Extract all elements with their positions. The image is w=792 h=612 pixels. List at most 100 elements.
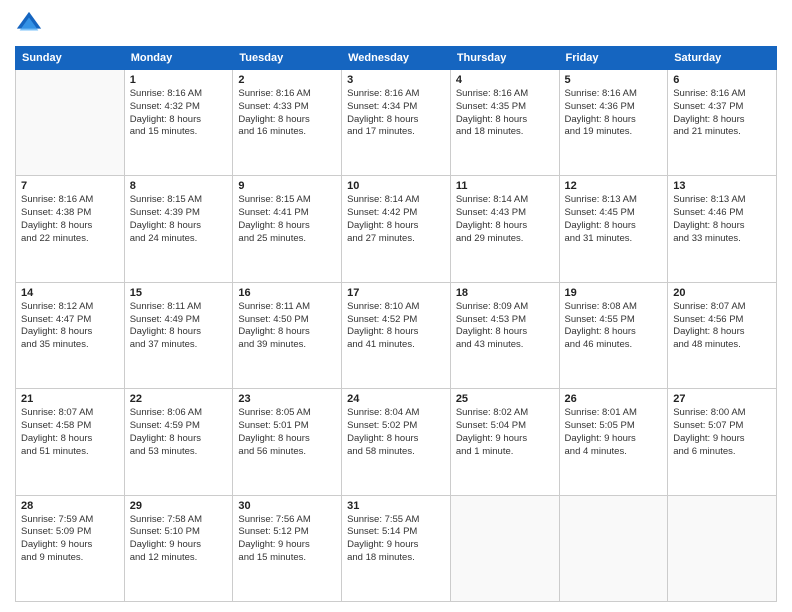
calendar-cell: 24Sunrise: 8:04 AMSunset: 5:02 PMDayligh… bbox=[342, 389, 451, 495]
day-number: 4 bbox=[456, 74, 554, 86]
day-number: 12 bbox=[565, 180, 663, 192]
day-number: 26 bbox=[565, 393, 663, 405]
calendar-cell: 5 Sunrise: 8:16 AMSunset: 4:36 PMDaylight… bbox=[559, 70, 668, 176]
calendar-cell: 20 Sunrise: 8:07 AMSunset: 4:56 PMDayligh… bbox=[668, 282, 777, 388]
day-info: Sunrise: 8:09 AMSunset: 4:53 PMDaylight:… bbox=[456, 301, 554, 352]
week-row-1: 1 Sunrise: 8:16 AMSunset: 4:32 PMDaylight… bbox=[16, 70, 777, 176]
weekday-header-row: SundayMondayTuesdayWednesdayThursdayFrid… bbox=[16, 47, 777, 70]
day-number: 23 bbox=[238, 393, 336, 405]
day-info: Sunrise: 8:16 AMSunset: 4:37 PMDaylight:… bbox=[673, 88, 771, 139]
header bbox=[15, 10, 777, 38]
day-info: Sunrise: 7:55 AMSunset: 5:14 PMDaylight:… bbox=[347, 514, 445, 565]
day-info: Sunrise: 8:16 AMSunset: 4:38 PMDaylight:… bbox=[21, 194, 119, 245]
weekday-header-wednesday: Wednesday bbox=[342, 47, 451, 70]
weekday-header-tuesday: Tuesday bbox=[233, 47, 342, 70]
week-row-2: 7 Sunrise: 8:16 AMSunset: 4:38 PMDaylight… bbox=[16, 176, 777, 282]
day-info: Sunrise: 8:16 AMSunset: 4:35 PMDaylight:… bbox=[456, 88, 554, 139]
calendar-cell: 29 Sunrise: 7:58 AMSunset: 5:10 PMDayligh… bbox=[124, 495, 233, 601]
day-info: Sunrise: 8:08 AMSunset: 4:55 PMDaylight:… bbox=[565, 301, 663, 352]
day-info: Sunrise: 8:00 AMSunset: 5:07 PMDaylight:… bbox=[673, 407, 771, 458]
calendar-cell: 4 Sunrise: 8:16 AMSunset: 4:35 PMDaylight… bbox=[450, 70, 559, 176]
calendar-cell: 2Sunrise: 8:16 AMSunset: 4:33 PMDaylight… bbox=[233, 70, 342, 176]
day-number: 15 bbox=[130, 287, 228, 299]
calendar-cell: 13Sunrise: 8:13 AMSunset: 4:46 PMDayligh… bbox=[668, 176, 777, 282]
calendar-table: SundayMondayTuesdayWednesdayThursdayFrid… bbox=[15, 46, 777, 602]
week-row-4: 21 Sunrise: 8:07 AMSunset: 4:58 PMDayligh… bbox=[16, 389, 777, 495]
calendar-cell: 27 Sunrise: 8:00 AMSunset: 5:07 PMDayligh… bbox=[668, 389, 777, 495]
day-info: Sunrise: 7:58 AMSunset: 5:10 PMDaylight:… bbox=[130, 514, 228, 565]
day-number: 25 bbox=[456, 393, 554, 405]
calendar-cell: 10 Sunrise: 8:14 AMSunset: 4:42 PMDayligh… bbox=[342, 176, 451, 282]
day-number: 1 bbox=[130, 74, 228, 86]
day-number: 19 bbox=[565, 287, 663, 299]
day-info: Sunrise: 7:56 AMSunset: 5:12 PMDaylight:… bbox=[238, 514, 336, 565]
weekday-header-monday: Monday bbox=[124, 47, 233, 70]
day-number: 27 bbox=[673, 393, 771, 405]
calendar-cell: 11 Sunrise: 8:14 AMSunset: 4:43 PMDayligh… bbox=[450, 176, 559, 282]
day-number: 20 bbox=[673, 287, 771, 299]
day-info: Sunrise: 7:59 AMSunset: 5:09 PMDaylight:… bbox=[21, 514, 119, 565]
logo bbox=[15, 10, 47, 38]
calendar-cell: 8Sunrise: 8:15 AMSunset: 4:39 PMDaylight… bbox=[124, 176, 233, 282]
day-info: Sunrise: 8:14 AMSunset: 4:43 PMDaylight:… bbox=[456, 194, 554, 245]
day-info: Sunrise: 8:14 AMSunset: 4:42 PMDaylight:… bbox=[347, 194, 445, 245]
calendar-cell: 16 Sunrise: 8:11 AMSunset: 4:50 PMDayligh… bbox=[233, 282, 342, 388]
weekday-header-sunday: Sunday bbox=[16, 47, 125, 70]
day-number: 29 bbox=[130, 500, 228, 512]
calendar-cell: 17Sunrise: 8:10 AMSunset: 4:52 PMDayligh… bbox=[342, 282, 451, 388]
calendar-cell bbox=[450, 495, 559, 601]
calendar-cell: 9 Sunrise: 8:15 AMSunset: 4:41 PMDaylight… bbox=[233, 176, 342, 282]
calendar-cell: 7 Sunrise: 8:16 AMSunset: 4:38 PMDaylight… bbox=[16, 176, 125, 282]
day-info: Sunrise: 8:11 AMSunset: 4:50 PMDaylight:… bbox=[238, 301, 336, 352]
day-number: 8 bbox=[130, 180, 228, 192]
day-number: 28 bbox=[21, 500, 119, 512]
logo-icon bbox=[15, 10, 43, 38]
day-number: 6 bbox=[673, 74, 771, 86]
day-number: 7 bbox=[21, 180, 119, 192]
calendar-cell bbox=[16, 70, 125, 176]
day-info: Sunrise: 8:16 AMSunset: 4:32 PMDaylight:… bbox=[130, 88, 228, 139]
day-info: Sunrise: 8:06 AMSunset: 4:59 PMDaylight:… bbox=[130, 407, 228, 458]
weekday-header-friday: Friday bbox=[559, 47, 668, 70]
calendar-cell: 15 Sunrise: 8:11 AMSunset: 4:49 PMDayligh… bbox=[124, 282, 233, 388]
calendar-cell: 1 Sunrise: 8:16 AMSunset: 4:32 PMDaylight… bbox=[124, 70, 233, 176]
calendar-cell bbox=[559, 495, 668, 601]
day-info: Sunrise: 8:10 AMSunset: 4:52 PMDaylight:… bbox=[347, 301, 445, 352]
day-info: Sunrise: 8:07 AMSunset: 4:58 PMDaylight:… bbox=[21, 407, 119, 458]
day-info: Sunrise: 8:16 AMSunset: 4:34 PMDaylight:… bbox=[347, 88, 445, 139]
day-info: Sunrise: 8:01 AMSunset: 5:05 PMDaylight:… bbox=[565, 407, 663, 458]
calendar-cell: 31 Sunrise: 7:55 AMSunset: 5:14 PMDayligh… bbox=[342, 495, 451, 601]
calendar-cell: 19 Sunrise: 8:08 AMSunset: 4:55 PMDayligh… bbox=[559, 282, 668, 388]
day-number: 10 bbox=[347, 180, 445, 192]
day-info: Sunrise: 8:15 AMSunset: 4:41 PMDaylight:… bbox=[238, 194, 336, 245]
day-number: 5 bbox=[565, 74, 663, 86]
calendar-cell: 23Sunrise: 8:05 AMSunset: 5:01 PMDayligh… bbox=[233, 389, 342, 495]
day-info: Sunrise: 8:12 AMSunset: 4:47 PMDaylight:… bbox=[21, 301, 119, 352]
day-info: Sunrise: 8:16 AMSunset: 4:36 PMDaylight:… bbox=[565, 88, 663, 139]
day-number: 21 bbox=[21, 393, 119, 405]
day-number: 3 bbox=[347, 74, 445, 86]
day-number: 11 bbox=[456, 180, 554, 192]
day-info: Sunrise: 8:11 AMSunset: 4:49 PMDaylight:… bbox=[130, 301, 228, 352]
calendar-cell bbox=[668, 495, 777, 601]
calendar-cell: 25Sunrise: 8:02 AMSunset: 5:04 PMDayligh… bbox=[450, 389, 559, 495]
day-info: Sunrise: 8:13 AMSunset: 4:45 PMDaylight:… bbox=[565, 194, 663, 245]
day-number: 30 bbox=[238, 500, 336, 512]
day-number: 22 bbox=[130, 393, 228, 405]
calendar-cell: 3 Sunrise: 8:16 AMSunset: 4:34 PMDaylight… bbox=[342, 70, 451, 176]
calendar-cell: 26 Sunrise: 8:01 AMSunset: 5:05 PMDayligh… bbox=[559, 389, 668, 495]
weekday-header-saturday: Saturday bbox=[668, 47, 777, 70]
day-number: 31 bbox=[347, 500, 445, 512]
page: SundayMondayTuesdayWednesdayThursdayFrid… bbox=[0, 0, 792, 612]
day-number: 24 bbox=[347, 393, 445, 405]
calendar-cell: 12 Sunrise: 8:13 AMSunset: 4:45 PMDayligh… bbox=[559, 176, 668, 282]
day-number: 16 bbox=[238, 287, 336, 299]
week-row-5: 28 Sunrise: 7:59 AMSunset: 5:09 PMDayligh… bbox=[16, 495, 777, 601]
calendar-cell: 6 Sunrise: 8:16 AMSunset: 4:37 PMDaylight… bbox=[668, 70, 777, 176]
day-info: Sunrise: 8:13 AMSunset: 4:46 PMDaylight:… bbox=[673, 194, 771, 245]
calendar-cell: 18Sunrise: 8:09 AMSunset: 4:53 PMDayligh… bbox=[450, 282, 559, 388]
day-info: Sunrise: 8:07 AMSunset: 4:56 PMDaylight:… bbox=[673, 301, 771, 352]
calendar-cell: 21 Sunrise: 8:07 AMSunset: 4:58 PMDayligh… bbox=[16, 389, 125, 495]
weekday-header-thursday: Thursday bbox=[450, 47, 559, 70]
day-number: 9 bbox=[238, 180, 336, 192]
